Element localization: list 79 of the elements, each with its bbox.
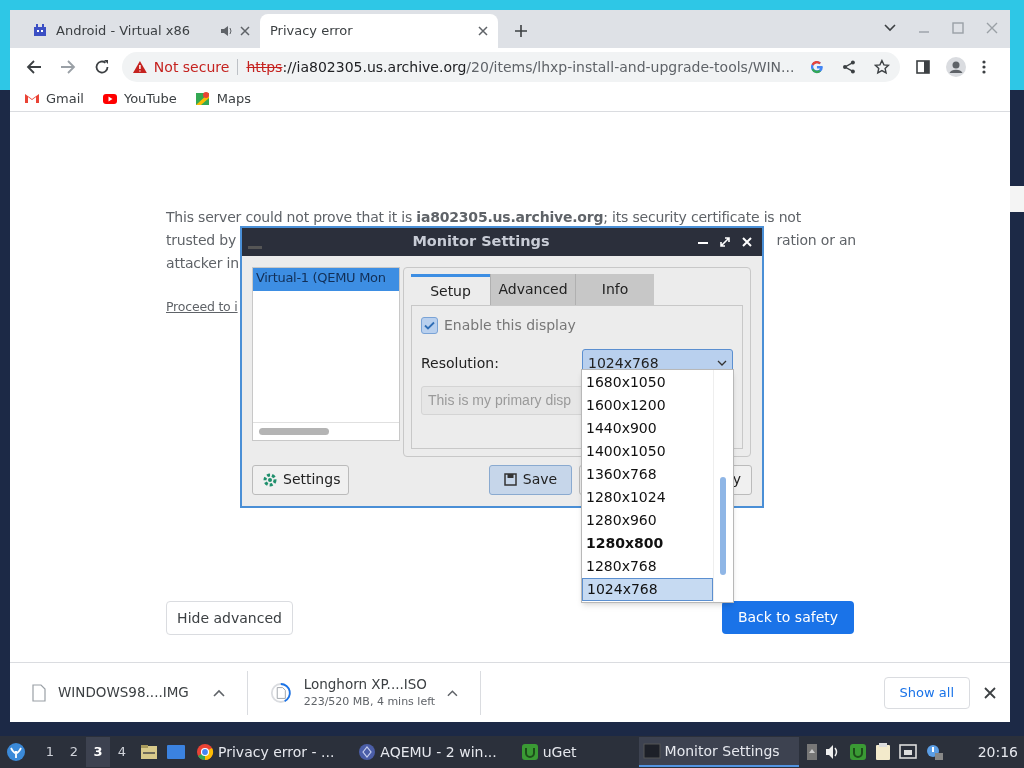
- settings-button[interactable]: Settings: [252, 464, 349, 495]
- chevron-down-icon: [717, 360, 727, 367]
- share-icon[interactable]: [842, 60, 857, 74]
- hide-advanced-button[interactable]: Hide advanced: [166, 601, 293, 635]
- proceed-link[interactable]: Proceed to i: [166, 299, 238, 314]
- network-icon[interactable]: [898, 744, 917, 760]
- profile-icon[interactable]: [946, 57, 966, 77]
- qemu-icon: [358, 743, 377, 761]
- close-icon[interactable]: [984, 686, 996, 699]
- side-panel-icon[interactable]: [916, 60, 930, 74]
- resolution-label: Resolution:: [421, 354, 500, 373]
- notification-icon[interactable]: [924, 744, 943, 760]
- back-arrow-icon[interactable]: [26, 59, 42, 75]
- paragraph-line: This server could not prove that it is ia802305.us.archive.org; its security certificate is not: [166, 208, 802, 227]
- download-progress-icon: [270, 680, 292, 705]
- window-icon: [642, 742, 661, 760]
- uget-icon[interactable]: [848, 743, 867, 761]
- google-icon[interactable]: [810, 60, 825, 74]
- resolution-option[interactable]: 1280x1024: [582, 486, 713, 509]
- menu-icon[interactable]: [982, 60, 986, 74]
- new-tab-icon[interactable]: [514, 24, 528, 38]
- chrome-icon: [196, 743, 214, 761]
- download-item[interactable]: Longhorn XP....ISO 223/520 MB, 4 mins left: [248, 670, 481, 715]
- browser-tab[interactable]: Privacy error: [260, 14, 498, 48]
- resolution-option[interactable]: 1280x768: [582, 555, 713, 578]
- taskbar-button[interactable]: AQEMU - 2 win...: [354, 737, 501, 767]
- chevron-up-icon[interactable]: [213, 688, 225, 697]
- bookmark-link[interactable]: Maps: [194, 88, 252, 109]
- paragraph-line: ration or an: [776, 231, 856, 250]
- clock: 20:16: [977, 742, 1018, 762]
- checkbox[interactable]: [421, 317, 438, 334]
- resolution-option[interactable]: 1360x768: [582, 463, 713, 486]
- clipboard-icon[interactable]: [874, 743, 891, 761]
- show-all-button[interactable]: Show all: [883, 676, 970, 709]
- warning-icon: [132, 60, 148, 74]
- file-manager-icon[interactable]: [140, 744, 158, 760]
- bookmark-link[interactable]: YouTube: [101, 88, 177, 109]
- address-bar[interactable]: Not secure https://ia802305.us.archive.org/20/items/lhxp-install-and-upgrade-tools/WIN...: [122, 52, 900, 82]
- resolution-option[interactable]: 1280x800: [582, 532, 713, 555]
- back-to-safety-button[interactable]: Back to safety: [722, 601, 854, 634]
- uget-icon: [520, 743, 539, 761]
- gear-icon: [262, 471, 278, 488]
- taskbar-button[interactable]: Monitor Settings: [638, 737, 799, 767]
- resolution-option[interactable]: 1440x900: [582, 417, 713, 440]
- app-icon: [248, 245, 262, 249]
- reload-icon[interactable]: [94, 59, 110, 75]
- map-pin-icon: [194, 90, 211, 107]
- tab[interactable]: Info: [575, 274, 654, 305]
- checkmark-icon: [424, 321, 435, 330]
- chevron-down-icon[interactable]: [884, 24, 896, 32]
- workspace-button[interactable]: 3: [86, 737, 110, 767]
- close-icon[interactable]: [478, 26, 488, 36]
- taskbar-button[interactable]: uGet: [516, 737, 581, 767]
- workspace-button[interactable]: 2: [62, 737, 86, 767]
- checkbox-label: Enable this display: [444, 316, 576, 335]
- workspace-button[interactable]: 1: [38, 737, 62, 767]
- resolution-option[interactable]: 1400x1050: [582, 440, 713, 463]
- tab[interactable]: Advanced: [490, 274, 575, 305]
- file-icon: [32, 683, 46, 702]
- download-item[interactable]: WINDOWS98....IMG: [10, 670, 248, 715]
- monitor-list-item[interactable]: Virtual-1 (QEMU Mon: [253, 268, 399, 291]
- taskbar-button[interactable]: Privacy error - ...: [192, 737, 339, 767]
- star-icon[interactable]: [874, 59, 890, 75]
- chevron-up-icon[interactable]: [447, 688, 458, 697]
- robot-icon: [32, 23, 48, 39]
- desktop-icon[interactable]: [166, 744, 186, 760]
- paragraph-line: attacker in: [166, 255, 239, 271]
- resolution-option[interactable]: 1024x768: [582, 578, 713, 601]
- scrollbar-thumb[interactable]: [259, 428, 329, 435]
- dialog-title-bar: Monitor Settings: [242, 228, 762, 256]
- workspace-button[interactable]: 4: [110, 737, 134, 767]
- scroll-tray-icon[interactable]: [806, 744, 817, 760]
- scrollbar-thumb[interactable]: [720, 477, 726, 575]
- save-button[interactable]: Save: [489, 464, 572, 495]
- forward-arrow-icon[interactable]: [60, 59, 76, 75]
- paragraph-line: trusted by: [166, 231, 237, 250]
- start-menu-icon[interactable]: [6, 742, 26, 762]
- resolution-option[interactable]: 1280x960: [582, 509, 713, 532]
- bookmark-link[interactable]: Gmail: [24, 88, 84, 109]
